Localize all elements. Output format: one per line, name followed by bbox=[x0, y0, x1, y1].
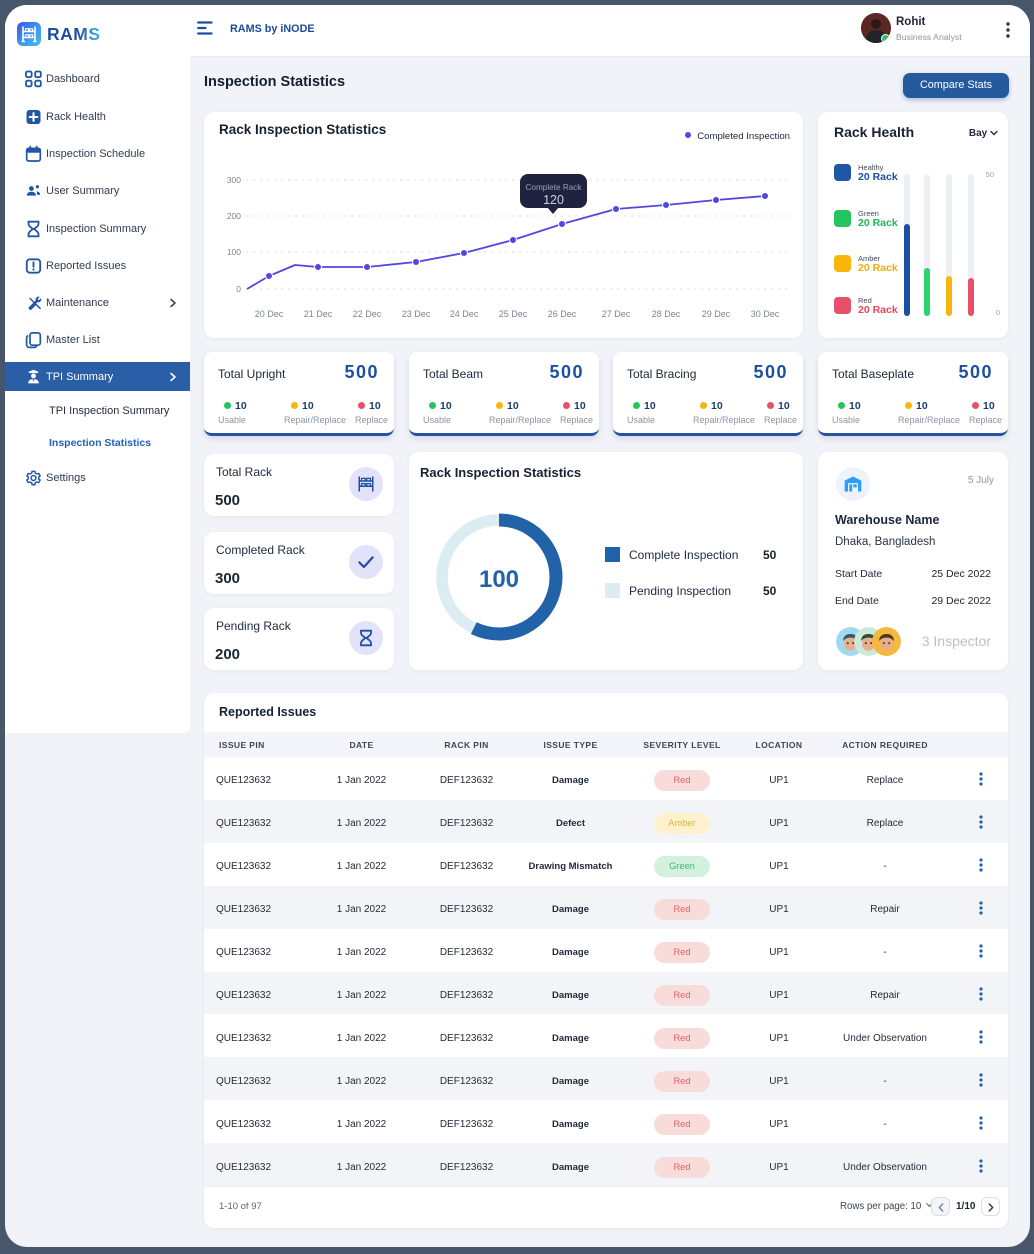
svg-text:20 Dec: 20 Dec bbox=[255, 309, 284, 319]
svg-text:23 Dec: 23 Dec bbox=[402, 309, 431, 319]
svg-text:100: 100 bbox=[227, 247, 241, 257]
svg-text:Complete Rack: Complete Rack bbox=[526, 183, 583, 192]
svg-text:22 Dec: 22 Dec bbox=[353, 309, 382, 319]
svg-text:120: 120 bbox=[543, 193, 564, 207]
svg-text:29 Dec: 29 Dec bbox=[702, 309, 731, 319]
svg-text:200: 200 bbox=[227, 211, 241, 221]
svg-text:26 Dec: 26 Dec bbox=[548, 309, 577, 319]
svg-text:28 Dec: 28 Dec bbox=[652, 309, 681, 319]
svg-text:24 Dec: 24 Dec bbox=[450, 309, 479, 319]
svg-text:0: 0 bbox=[236, 284, 241, 294]
svg-text:25 Dec: 25 Dec bbox=[499, 309, 528, 319]
svg-text:21 Dec: 21 Dec bbox=[304, 309, 333, 319]
svg-text:27 Dec: 27 Dec bbox=[602, 309, 631, 319]
svg-text:300: 300 bbox=[227, 175, 241, 185]
svg-text:30 Dec: 30 Dec bbox=[751, 309, 780, 319]
